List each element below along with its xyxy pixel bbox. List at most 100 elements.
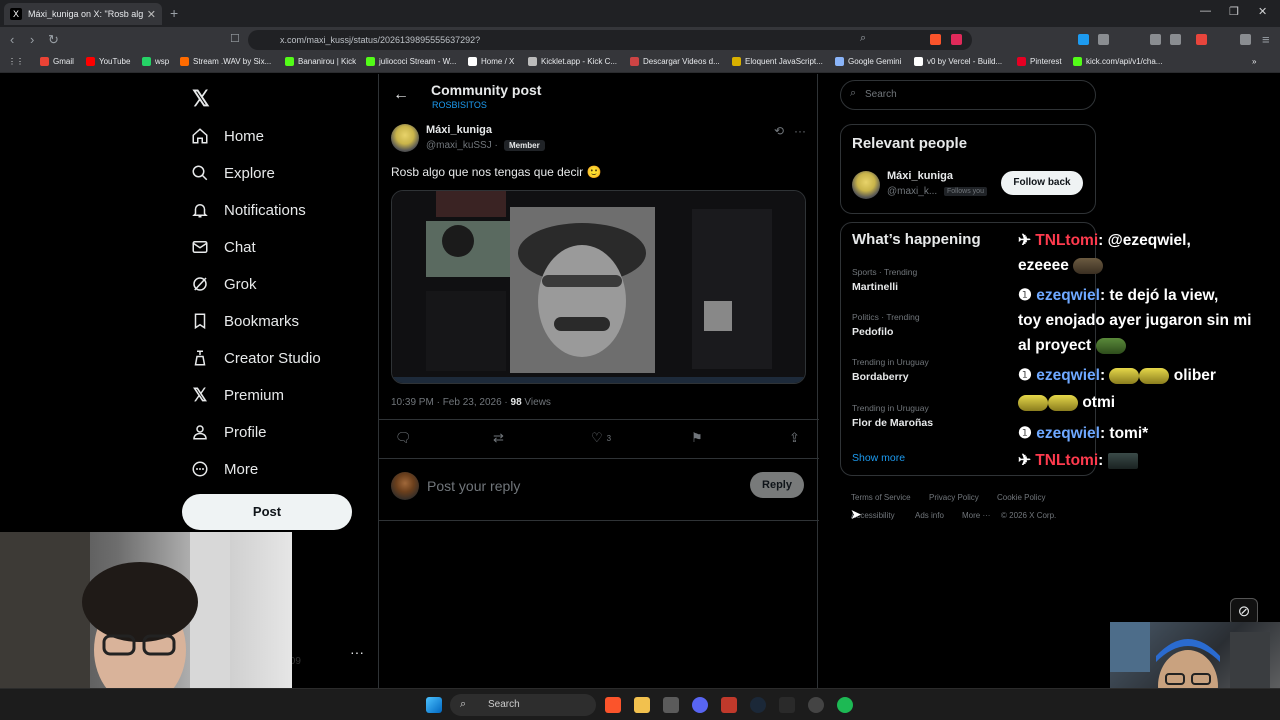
bookmark-eloquent-js[interactable]: Eloquent JavaScript... [732, 57, 823, 66]
bookmark-descargar[interactable]: Descargar Videos d... [630, 57, 720, 66]
repost-icon[interactable]: ⇄ [493, 430, 504, 446]
discord-icon[interactable] [692, 697, 708, 713]
app-icon[interactable] [663, 697, 679, 713]
reply-button[interactable]: Reply [750, 472, 804, 498]
copyright: © 2026 X Corp. [1001, 511, 1057, 520]
bookmark-youtube[interactable]: YouTube [86, 57, 130, 66]
post-timestamp[interactable]: 10:39 PM · Feb 23, 2026 · [391, 397, 508, 408]
bookmark-gemini[interactable]: Google Gemini [835, 57, 901, 66]
bookmark-bananirou[interactable]: Bananirou | Kick [285, 57, 356, 66]
vpn-icon[interactable] [1240, 34, 1251, 45]
nav-notifications[interactable]: Notifications [190, 200, 306, 220]
bookmark-gmail[interactable]: Gmail [40, 57, 74, 66]
nav-premium[interactable]: 𝕏 Premium [190, 385, 284, 405]
brave-shield-icon[interactable] [930, 34, 941, 45]
windows-start-icon[interactable] [426, 697, 442, 713]
trend-item[interactable]: Martinelli [852, 281, 898, 293]
community-link[interactable]: ROSBISITOS [432, 100, 487, 110]
extension-icon[interactable] [1078, 34, 1089, 45]
author-handle[interactable]: @maxi_kuSSJ · [426, 140, 498, 151]
sidebar-icon[interactable] [1170, 34, 1181, 45]
nav-bookmarks[interactable]: Bookmarks [190, 311, 299, 331]
bookmark-juliococi[interactable]: juliococi Stream - W... [366, 57, 456, 66]
bookmark-stream-wav[interactable]: Stream .WAV by Six... [180, 57, 271, 66]
footer-link[interactable]: Privacy Policy [929, 493, 979, 502]
media-screenshot [392, 191, 805, 383]
post-media-image[interactable] [391, 190, 806, 384]
brave-icon[interactable] [605, 697, 621, 713]
nav-chat[interactable]: Chat [190, 237, 256, 257]
chat-message: : [1098, 452, 1104, 469]
like-button[interactable]: ♡ 3 [591, 430, 611, 446]
bookmark-wsp[interactable]: wsp [142, 57, 169, 66]
reload-icon[interactable]: ↻ [48, 32, 59, 48]
bookmark-page-icon[interactable]: ☐ [230, 32, 240, 45]
more-bookmarks-icon[interactable]: » [1252, 57, 1256, 66]
maximize-icon[interactable]: ❐ [1229, 5, 1239, 18]
post-button[interactable]: Post [182, 494, 352, 530]
trend-item[interactable]: Bordaberry [852, 371, 909, 383]
nav-more[interactable]: More [190, 459, 258, 479]
search-input[interactable]: Search [840, 80, 1096, 110]
extensions-puzzle-icon[interactable] [1098, 34, 1109, 45]
close-window-icon[interactable]: ✕ [1258, 5, 1267, 18]
new-tab-icon[interactable]: + [170, 5, 178, 21]
author-name[interactable]: Máxi_kuniga [426, 124, 492, 136]
bookmark-v0[interactable]: v0 by Vercel - Build... [914, 57, 1002, 66]
x-logo-icon[interactable]: 𝕏 [192, 86, 210, 112]
nav-explore[interactable]: Explore [190, 163, 275, 183]
mail-icon [190, 237, 210, 257]
minimize-icon[interactable]: — [1200, 5, 1211, 17]
author-avatar[interactable] [391, 124, 419, 152]
relevant-handle[interactable]: @maxi_k... [887, 186, 937, 197]
footer-link[interactable]: More ··· [962, 511, 990, 520]
media-icon[interactable] [1150, 34, 1161, 45]
post-options-icon[interactable]: ··· [794, 124, 806, 138]
file-explorer-icon[interactable] [634, 697, 650, 713]
apps-icon[interactable]: ⋮⋮ [8, 57, 24, 66]
obs-icon[interactable] [808, 697, 824, 713]
bookmark-home-x[interactable]: Home / X [468, 57, 514, 66]
browser-tab[interactable]: X Máxi_kuniga on X: "Rosb algo ✕ [4, 3, 162, 25]
stream-chat-line: al proyect [1018, 334, 1126, 358]
back-icon[interactable]: ‹ [10, 32, 14, 47]
bookmark-pinterest[interactable]: Pinterest [1017, 57, 1062, 66]
bookmark-kick-api[interactable]: kick.com/api/v1/cha... [1073, 57, 1162, 66]
back-arrow-icon[interactable]: ← [393, 86, 409, 104]
reply-icon[interactable]: 🗨 [395, 430, 412, 446]
stream-chat-line: toy enojado ayer jugaron sin mi [1018, 309, 1251, 333]
show-more-link[interactable]: Show more [852, 452, 905, 464]
my-avatar[interactable] [391, 472, 419, 500]
account-menu-icon[interactable]: ··· [350, 644, 364, 660]
epic-games-icon[interactable] [779, 697, 795, 713]
forward-icon[interactable]: › [30, 32, 34, 47]
zoom-icon[interactable]: ⌕ [860, 32, 866, 45]
nav-home[interactable]: Home [190, 126, 264, 146]
menu-icon[interactable]: ≡ [1262, 32, 1270, 47]
reply-input[interactable]: Post your reply [427, 478, 520, 494]
bookmark-post-icon[interactable]: ⚑ [691, 430, 703, 446]
steam-icon[interactable] [750, 697, 766, 713]
share-icon[interactable]: ⇪ [789, 430, 800, 446]
app-icon[interactable] [721, 697, 737, 713]
more-circle-icon [190, 459, 210, 479]
bookmark-kicklet[interactable]: Kicklet.app - Kick C... [528, 57, 617, 66]
spotify-icon[interactable] [837, 697, 853, 713]
brave-rewards-icon[interactable] [951, 34, 962, 45]
relevant-name[interactable]: Máxi_kuniga [887, 170, 953, 182]
close-tab-icon[interactable]: ✕ [147, 8, 156, 21]
relevant-avatar[interactable] [852, 171, 880, 199]
footer-link[interactable]: Ads info [915, 511, 944, 520]
follow-back-button[interactable]: Follow back [1001, 171, 1083, 195]
nav-label: Bookmarks [224, 312, 300, 330]
grok-post-icon[interactable]: ⟲ [774, 124, 784, 138]
footer-link[interactable]: Terms of Service [851, 493, 911, 502]
nav-profile[interactable]: Profile [190, 422, 267, 442]
taskbar-search[interactable]: Search [450, 694, 596, 716]
trend-item[interactable]: Pedofilo [852, 326, 893, 338]
trend-item[interactable]: Flor de Maroñas [852, 417, 933, 429]
nav-creator-studio[interactable]: Creator Studio [190, 348, 321, 368]
footer-link[interactable]: Cookie Policy [997, 493, 1045, 502]
nav-grok[interactable]: Grok [190, 274, 257, 294]
wallet-icon[interactable] [1196, 34, 1207, 45]
